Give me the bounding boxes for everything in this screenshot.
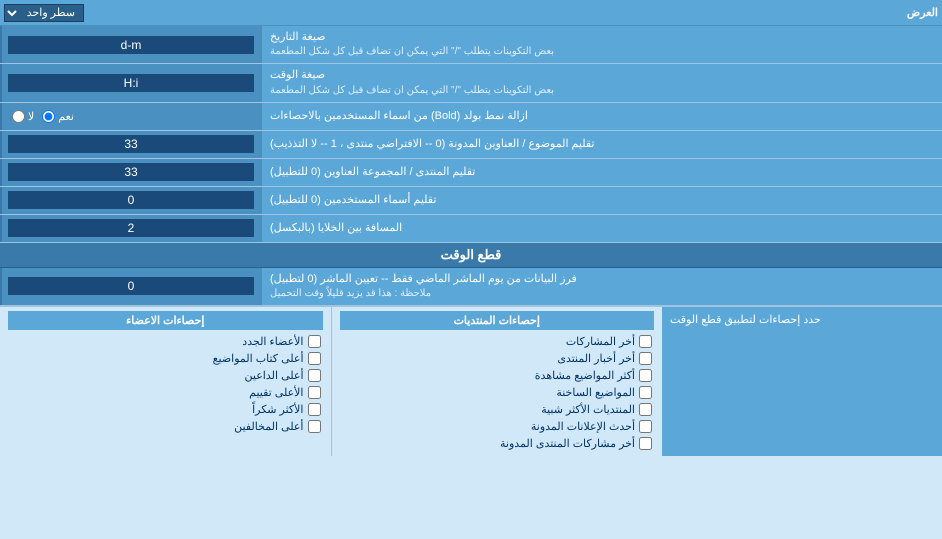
- bold-remove-label: ازالة نمط بولد (Bold) من اسماء المستخدمي…: [260, 103, 942, 130]
- checkbox-top-topic-writers[interactable]: [308, 352, 321, 365]
- time-format-label: صيغة الوقت بعض التكوينات يتطلب "/" التي …: [260, 64, 942, 101]
- spacing-input-cell: [0, 215, 260, 242]
- checkbox-forum-news-label: أخر أخبار المنتدى: [557, 352, 635, 365]
- checkbox-most-similar[interactable]: [639, 403, 652, 416]
- checkbox-most-thanks[interactable]: [308, 403, 321, 416]
- checkbox-hot-topics-label: المواضيع الساخنة: [556, 386, 635, 399]
- list-item: أخر أخبار المنتدى: [340, 350, 655, 367]
- time-filter-row: فرز البيانات من يوم الماشر الماضي فقط --…: [0, 268, 942, 306]
- checkbox-top-rated[interactable]: [308, 386, 321, 399]
- list-item: أعلى الداعين: [8, 367, 323, 384]
- radio-yes-label: نعم: [58, 110, 74, 123]
- list-item: أحدث الإعلانات المدونة: [340, 418, 655, 435]
- users-sort-input-cell: [0, 187, 260, 214]
- list-item: أكثر المواضيع مشاهدة: [340, 367, 655, 384]
- date-format-label: صيغة التاريخ بعض التكوينات يتطلب "/" الت…: [260, 26, 942, 63]
- users-sort-label: تقليم أسماء المستخدمين (0 للتطبيل): [260, 187, 942, 214]
- users-sort-row: تقليم أسماء المستخدمين (0 للتطبيل): [0, 187, 942, 215]
- time-format-row: صيغة الوقت بعض التكوينات يتطلب "/" التي …: [0, 64, 942, 102]
- forum-stats-col: إحصاءات المنتديات أخر المشاركات أخر أخبا…: [331, 307, 663, 456]
- checkbox-new-members[interactable]: [308, 335, 321, 348]
- checkbox-top-violators-label: أعلى المخالفين: [234, 420, 303, 433]
- forum-sort-input-cell: [0, 159, 260, 186]
- member-stats-col: إحصاءات الاعضاء الأعضاء الجدد أعلى كتاب …: [0, 307, 331, 456]
- top-row-label: العرض: [907, 6, 938, 19]
- list-item: الأعلى تقييم: [8, 384, 323, 401]
- stats-desc: حدد إحصاءات لتطبيق قطع الوقت: [662, 307, 942, 456]
- checkbox-latest-announcements-label: أحدث الإعلانات المدونة: [531, 420, 635, 433]
- checkbox-last-posts[interactable]: [639, 335, 652, 348]
- radio-no-input[interactable]: [12, 110, 25, 123]
- member-stats-header: إحصاءات الاعضاء: [8, 311, 323, 330]
- topics-sort-input[interactable]: [8, 135, 254, 153]
- radio-no-label: لا: [28, 110, 34, 123]
- spacing-row: المسافة بين الخلايا (بالبكسل): [0, 215, 942, 243]
- forum-sort-row: تقليم المنتدى / المجموعة العناوين (0 للت…: [0, 159, 942, 187]
- radio-yes-input[interactable]: [42, 110, 55, 123]
- radio-yes[interactable]: نعم: [42, 110, 74, 123]
- list-item: الأكثر شكراً: [8, 401, 323, 418]
- checkbox-most-similar-label: المنتديات الأكثر شبية: [541, 403, 635, 416]
- list-item: أخر مشاركات المنتدى المدونة: [340, 435, 655, 452]
- checkbox-top-invited-label: أعلى الداعين: [245, 369, 304, 382]
- main-container: العرض سطر واحدسطرينثلاثة أسطر صيغة التار…: [0, 0, 942, 456]
- checkbox-hot-topics[interactable]: [639, 386, 652, 399]
- checkbox-top-violators[interactable]: [308, 420, 321, 433]
- checkbox-most-viewed-label: أكثر المواضيع مشاهدة: [535, 369, 635, 382]
- topics-sort-row: تقليم الموضوع / العناوين المدونة (0 -- ا…: [0, 131, 942, 159]
- forum-sort-input[interactable]: [8, 163, 254, 181]
- checkbox-top-topic-writers-label: أعلى كتاب المواضيع: [213, 352, 304, 365]
- checkbox-section: حدد إحصاءات لتطبيق قطع الوقت إحصاءات الم…: [0, 306, 942, 456]
- checkbox-last-forum-posts-label: أخر مشاركات المنتدى المدونة: [500, 437, 635, 450]
- checkbox-top-invited[interactable]: [308, 369, 321, 382]
- bold-remove-row: ازالة نمط بولد (Bold) من اسماء المستخدمي…: [0, 103, 942, 131]
- checkbox-top-rated-label: الأعلى تقييم: [249, 386, 303, 399]
- time-filter-input-cell: [0, 268, 260, 305]
- checkbox-most-viewed[interactable]: [639, 369, 652, 382]
- spacing-label: المسافة بين الخلايا (بالبكسل): [260, 215, 942, 242]
- users-sort-input[interactable]: [8, 191, 254, 209]
- display-select[interactable]: سطر واحدسطرينثلاثة أسطر: [4, 4, 84, 22]
- date-format-input[interactable]: [8, 36, 254, 54]
- list-item: أعلى المخالفين: [8, 418, 323, 435]
- list-item: المواضيع الساخنة: [340, 384, 655, 401]
- checkbox-last-posts-label: أخر المشاركات: [566, 335, 635, 348]
- list-item: المنتديات الأكثر شبية: [340, 401, 655, 418]
- time-filter-label: فرز البيانات من يوم الماشر الماضي فقط --…: [260, 268, 942, 305]
- checkbox-new-members-label: الأعضاء الجدد: [242, 335, 303, 348]
- checkbox-latest-announcements[interactable]: [639, 420, 652, 433]
- list-item: أخر المشاركات: [340, 333, 655, 350]
- time-filter-input[interactable]: [8, 277, 254, 295]
- forum-sort-label: تقليم المنتدى / المجموعة العناوين (0 للت…: [260, 159, 942, 186]
- date-format-row: صيغة التاريخ بعض التكوينات يتطلب "/" الت…: [0, 26, 942, 64]
- radio-no[interactable]: لا: [12, 110, 34, 123]
- time-section-header: قطع الوقت: [0, 243, 942, 268]
- topics-sort-input-cell: [0, 131, 260, 158]
- checkbox-forum-news[interactable]: [639, 352, 652, 365]
- forum-stats-header: إحصاءات المنتديات: [340, 311, 655, 330]
- spacing-input[interactable]: [8, 219, 254, 237]
- topics-sort-label: تقليم الموضوع / العناوين المدونة (0 -- ا…: [260, 131, 942, 158]
- checkbox-most-thanks-label: الأكثر شكراً: [252, 403, 303, 416]
- list-item: أعلى كتاب المواضيع: [8, 350, 323, 367]
- time-format-input[interactable]: [8, 74, 254, 92]
- date-format-input-cell: [0, 26, 260, 63]
- checkbox-last-forum-posts[interactable]: [639, 437, 652, 450]
- list-item: الأعضاء الجدد: [8, 333, 323, 350]
- top-row: العرض سطر واحدسطرينثلاثة أسطر: [0, 0, 942, 26]
- time-format-input-cell: [0, 64, 260, 101]
- bold-remove-radio-cell: نعم لا: [0, 103, 260, 130]
